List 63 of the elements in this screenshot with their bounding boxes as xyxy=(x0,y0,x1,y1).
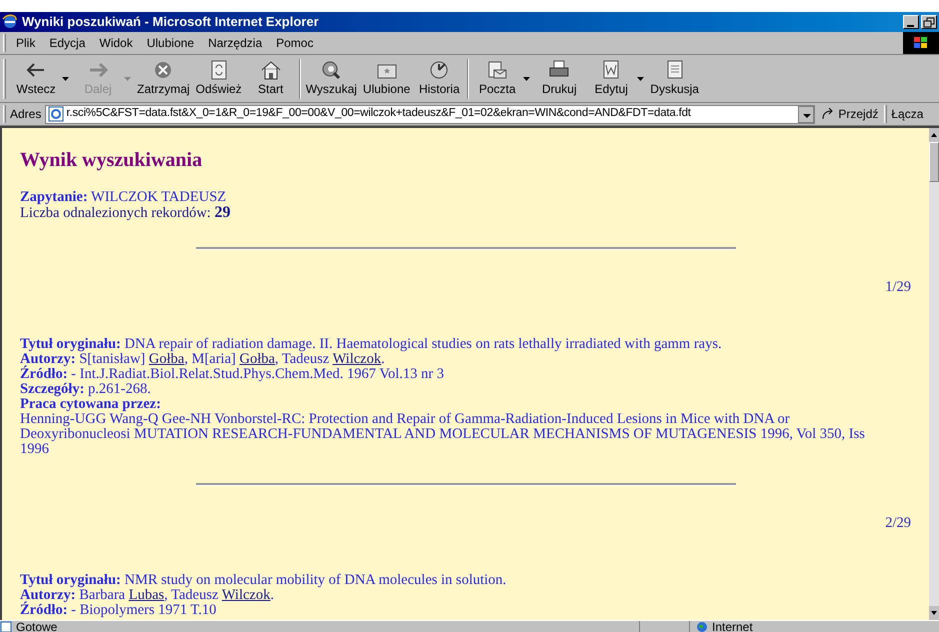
menu-item[interactable]: Edycja xyxy=(43,34,92,52)
scroll-thumb[interactable] xyxy=(929,142,939,182)
toolbar-button[interactable]: Poczta xyxy=(471,56,524,100)
printer-icon xyxy=(548,60,570,80)
field-label: Praca cytowana przez: xyxy=(20,397,162,412)
toolbar-button[interactable]: Start xyxy=(244,56,297,100)
menu-item[interactable]: Narzędzia xyxy=(202,34,268,52)
mail-icon xyxy=(486,60,508,80)
minimize-icon[interactable] xyxy=(903,15,919,29)
toolbar-button[interactable]: Zatrzymaj xyxy=(134,56,193,100)
record-field: Tytuł oryginału: NMR study on molecular mobility of DNA molecules in solution. xyxy=(20,573,911,588)
menu-item[interactable]: Widok xyxy=(93,34,139,52)
query-line: Zapytanie: WILCZOK TADEUSZ xyxy=(20,190,228,205)
author-link[interactable]: Gołba xyxy=(148,351,184,367)
menu-item[interactable]: Plik xyxy=(10,34,42,52)
menu-item[interactable]: Pomoc xyxy=(270,34,320,52)
toolbar-button[interactable]: Odśwież xyxy=(192,56,245,100)
house-icon xyxy=(260,60,282,80)
authors-line: Autorzy: Barbara Lubas, Tadeusz Wilczok. xyxy=(20,588,275,603)
toolbar-button[interactable]: Edytuj xyxy=(585,56,638,100)
toolbar-button[interactable]: Wyszukaj xyxy=(302,56,360,100)
record-field: Źródło: - Int.J.Radiat.Biol.Relat.Stud.Phys.Chem.Med. 1967 Vol.13 nr 3 xyxy=(20,367,911,382)
address-field[interactable]: r.sci%5C&FST=data.fst&X_0=1&R_0=19&F_00=00&V_00=wilczok+tadeusz&F_01=02&ekran=WIN&cond=AND&FDT=data.fdt xyxy=(45,104,816,124)
toolbar-button[interactable]: Dyskusja xyxy=(647,56,702,100)
record-field: Szczegóły: p.261-268. xyxy=(20,382,911,397)
go-arrow-icon xyxy=(821,108,836,120)
menu-item[interactable]: Ulubione xyxy=(140,34,200,52)
author-link[interactable]: Gołba xyxy=(239,351,275,367)
author-link[interactable]: Wilczok xyxy=(222,587,270,603)
status-text: Gotowe xyxy=(16,620,58,632)
toolbar-button[interactable]: Drukuj xyxy=(533,56,586,100)
author-link[interactable]: Lubas xyxy=(128,587,164,603)
record-position: 1/29 xyxy=(884,280,911,295)
address-text: r.sci%5C&FST=data.fst&X_0=1&R_0=19&F_00=00&V_00=wilczok+tadeusz&F_01=02&ekran=WIN&cond=AND&FDT=data.fdt xyxy=(66,106,692,122)
citation-text: Henning-UGG Wang-Q Gee-NH Vonborstel-RC: Protection and Repair of Gamma-Radiation-Induced Lesions in Mice with DNA or Deoxyribonucleosi MUTATION RESEARCH-FUNDAMENTAL AND MOLECULAR MECHANISMS OF MUTAGENESIS 1996, Vol 350, Iss 1996 xyxy=(20,412,866,457)
globe-icon xyxy=(696,620,708,632)
author-link[interactable]: Wilczok xyxy=(332,351,382,367)
page-icon xyxy=(48,106,64,122)
toolbar-button[interactable]: Historia xyxy=(413,56,466,100)
window-title: Wyniki poszukiwań - Microsoft Internet Explorer xyxy=(22,13,319,32)
scroll-up-icon[interactable] xyxy=(929,128,939,142)
toolbar-button[interactable]: Wstecz xyxy=(10,56,62,100)
search-icon xyxy=(320,60,342,80)
page-heading: Wynik wyszukiwania xyxy=(20,148,204,172)
caret-icon[interactable] xyxy=(62,76,69,80)
security-zone-text: Internet xyxy=(712,620,753,632)
caret-icon[interactable] xyxy=(637,76,644,80)
restore-icon[interactable] xyxy=(921,15,937,29)
authors-line: Autorzy: S[tanisław] Gołba, M[aria] Gołba, Tadeusz Wilczok. xyxy=(20,352,385,367)
caret-icon[interactable] xyxy=(523,76,530,80)
record-field: Tytuł oryginału: DNA repair of radiation damage. II. Haematological studies on rats lethally irradiated with gamm rays. xyxy=(20,337,911,352)
record-field: Źródło: - Biopolymers 1971 T.10 xyxy=(20,603,911,618)
toolbar-button[interactable]: Ulubione xyxy=(360,56,414,100)
go-button[interactable]: Przejdź xyxy=(821,105,878,123)
vertical-scrollbar[interactable] xyxy=(929,128,939,620)
clock-icon xyxy=(428,60,450,80)
address-label: Adres xyxy=(10,106,42,123)
windows-logo-icon xyxy=(903,32,939,54)
browser-logo-icon xyxy=(2,14,18,30)
record-count-line: Liczba odnalezionych rekordów: 29 xyxy=(20,205,232,221)
links-toolbar-label[interactable]: Łącza xyxy=(891,105,924,123)
scroll-down-icon[interactable] xyxy=(929,606,939,620)
record-position: 2/29 xyxy=(884,516,911,531)
